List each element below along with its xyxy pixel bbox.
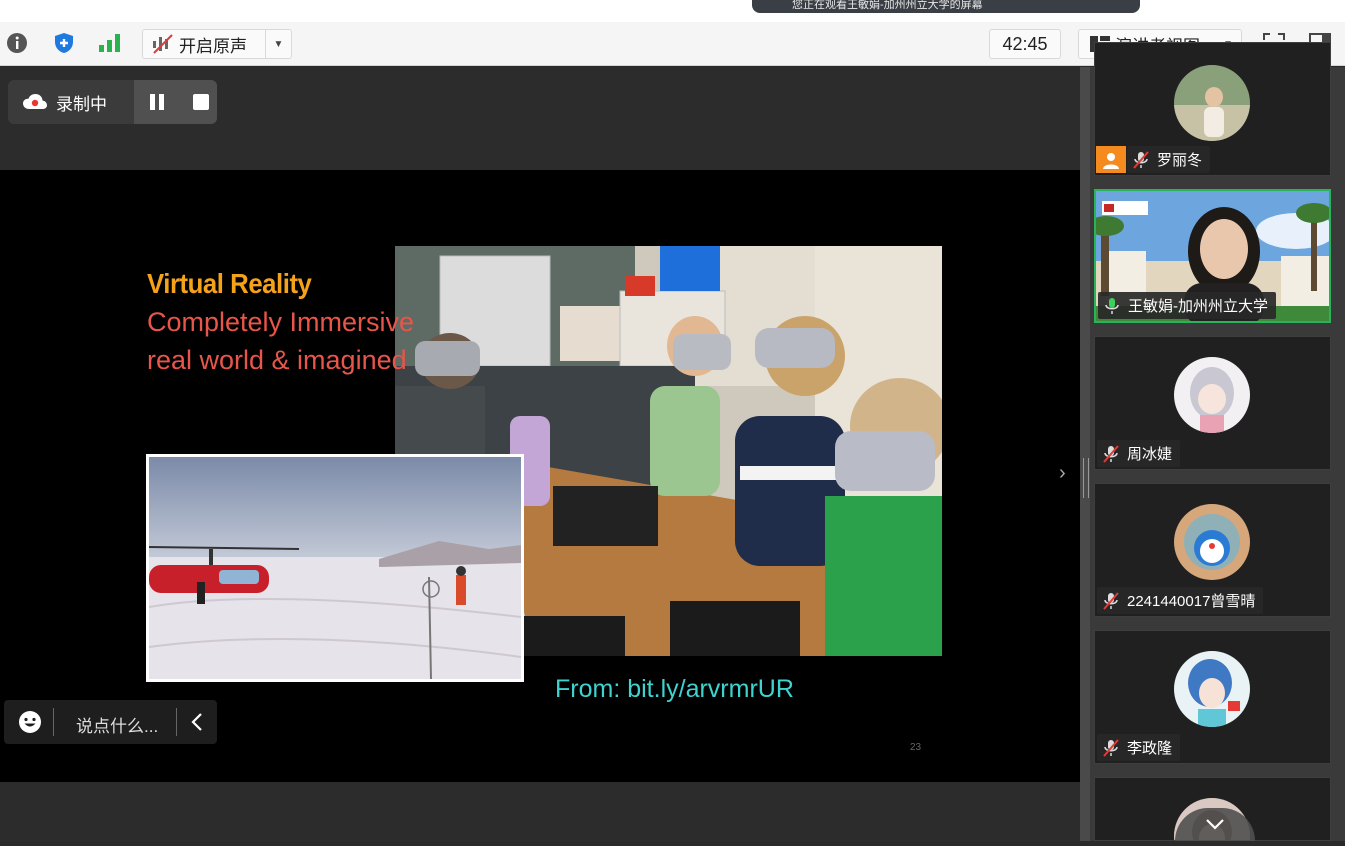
recording-label: 录制中 <box>56 94 107 114</box>
meeting-timer: 42:45 <box>989 29 1061 59</box>
stop-recording-button[interactable] <box>192 93 210 116</box>
slide-line-2: real world & imagined <box>147 345 407 375</box>
mic-muted-icon <box>1131 150 1151 170</box>
top-strip <box>0 0 1345 22</box>
host-icon <box>1096 146 1126 173</box>
participant-name: 李政隆 <box>1127 740 1173 757</box>
security-shield-icon[interactable] <box>53 32 75 54</box>
mic-muted-icon <box>1101 738 1121 758</box>
network-signal-icon[interactable] <box>98 32 120 54</box>
participant-name: 王敏娟-加州州立大学 <box>1128 298 1268 315</box>
panel-resize-grip[interactable] <box>1083 458 1089 498</box>
slide-page-number: 23 <box>910 742 922 753</box>
participant-name-tag: 2241440017曾雪晴 <box>1097 587 1264 614</box>
chevron-down-icon <box>1206 819 1224 830</box>
recording-indicator: 录制中 <box>8 80 217 124</box>
participant-tile-active-speaker[interactable]: 王敏娟-加州州立大学 <box>1094 189 1331 323</box>
chevron-right-icon[interactable]: › <box>1059 462 1066 485</box>
participant-tile[interactable]: 周冰婕 <box>1094 336 1331 470</box>
participant-scrollbar[interactable] <box>1335 67 1343 841</box>
participant-name: 罗丽冬 <box>1157 152 1203 169</box>
chat-divider <box>53 708 54 736</box>
emoji-button[interactable] <box>18 710 42 739</box>
emoji-icon <box>19 711 41 733</box>
original-sound-dropdown[interactable]: ▼ <box>265 30 291 58</box>
chat-bar: 说点什么... <box>4 700 217 744</box>
pause-recording-button[interactable] <box>148 93 166 116</box>
pause-icon <box>150 94 164 110</box>
participant-name-tag: 李政隆 <box>1097 734 1181 761</box>
participant-tile[interactable]: 2241440017曾雪晴 <box>1094 483 1331 617</box>
scroll-down-button[interactable] <box>1175 808 1255 841</box>
mic-muted-icon <box>1101 591 1121 611</box>
slide-source-link: From: bit.ly/arvrmrUR <box>555 675 794 703</box>
slide-line-1: Completely Immersive <box>147 307 415 337</box>
participant-name-tag: 周冰婕 <box>1097 440 1181 467</box>
cloud-record-icon <box>22 92 48 117</box>
mic-active-icon <box>1102 296 1122 316</box>
chevron-left-icon <box>191 713 202 731</box>
avatar <box>1174 504 1250 580</box>
collapse-chat-button[interactable] <box>190 712 204 737</box>
participant-name-tag: 罗丽冬 <box>1127 146 1211 173</box>
screen-share-banner: 您正在观看王敏娟-加州州立大学的屏幕 <box>752 0 1140 13</box>
chat-divider-2 <box>176 708 177 736</box>
participant-tile[interactable]: 罗丽冬 <box>1094 42 1331 176</box>
avatar <box>1174 357 1250 433</box>
mic-muted-icon <box>1101 444 1121 464</box>
original-sound-button[interactable]: 开启原声 ▼ <box>142 29 292 59</box>
stop-icon <box>193 94 209 110</box>
participant-name-tag: 王敏娟-加州州立大学 <box>1098 292 1276 319</box>
slide-title: Virtual Reality <box>147 268 312 299</box>
participant-tile[interactable]: 李政隆 <box>1094 630 1331 764</box>
panel-divider[interactable] <box>1080 67 1090 841</box>
participant-name: 周冰婕 <box>1127 446 1173 463</box>
original-sound-label: 开启原声 <box>179 36 247 56</box>
original-sound-icon <box>151 33 175 55</box>
participant-name: 2241440017曾雪晴 <box>1127 593 1256 610</box>
avatar <box>1174 651 1250 727</box>
info-icon[interactable] <box>6 32 28 54</box>
chat-input[interactable]: 说点什么... <box>76 712 158 737</box>
helicopter-glacier-photo <box>146 454 524 682</box>
avatar <box>1174 65 1250 141</box>
